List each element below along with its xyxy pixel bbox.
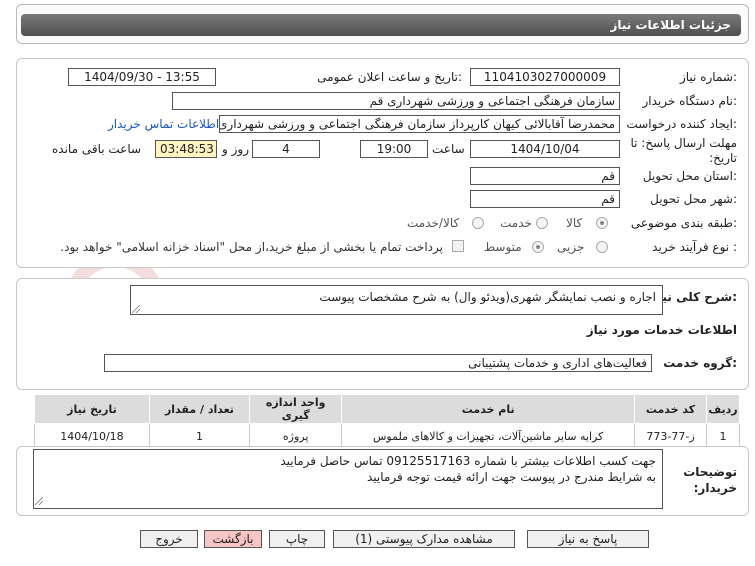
announce-datetime-field[interactable]: 1404/09/30 - 13:55 — [68, 68, 216, 86]
purchase-type-label: نوع فرآیند خرید : — [652, 240, 737, 254]
services-heading: اطلاعات خدمات مورد نیاز — [586, 323, 737, 337]
col-unit: واحد اندازه گیری — [248, 394, 343, 424]
page-title: جزئیات اطلاعات نیاز — [21, 14, 741, 36]
category-goods-radio[interactable] — [596, 217, 608, 229]
category-goods-label: کالا — [566, 216, 583, 230]
category-service-radio[interactable] — [536, 217, 548, 229]
cell-quantity: 1 — [148, 423, 250, 449]
days-remaining-field[interactable]: 4 — [252, 140, 320, 158]
deadline-time-label: ساعت — [432, 142, 465, 156]
table-header-row: ردیف کد خدمت نام خدمت واحد اندازه گیری ت… — [34, 394, 740, 424]
category-label: طبقه بندی موضوعی: — [630, 216, 737, 230]
province-field[interactable]: قم — [470, 167, 620, 185]
remaining-time-field: 03:48:53 — [155, 140, 217, 158]
purchase-medium-radio[interactable] — [532, 241, 544, 253]
buyer-notes-line-1: جهت کسب اطلاعات بیشتر با شماره 091255171… — [280, 454, 656, 468]
treasury-payment-checkbox[interactable] — [452, 240, 464, 252]
summary-resize-grip[interactable] — [132, 305, 140, 313]
cell-need-date: 1404/10/18 — [34, 423, 150, 449]
need-number-field[interactable]: 1104103027000009 — [470, 68, 620, 86]
creator-label: ایجاد کننده درخواست: — [626, 117, 737, 131]
deadline-time-field[interactable]: 19:00 — [360, 140, 428, 158]
announce-datetime-label: تاریخ و ساعت اعلان عمومی: — [317, 70, 462, 84]
col-row-number: ردیف — [706, 394, 740, 424]
col-quantity: تعداد / مقدار — [148, 394, 250, 424]
cell-row-number: 1 — [706, 423, 740, 449]
cell-service-code: ز-77-773 — [633, 423, 708, 449]
back-button[interactable]: بازگشت — [204, 530, 262, 548]
buyer-org-field[interactable]: سازمان فرهنگی اجتماعی و ورزشی شهرداری قم — [172, 92, 620, 110]
category-goods-service-radio[interactable] — [472, 217, 484, 229]
col-service-name: نام خدمت — [341, 394, 635, 424]
purchase-minor-radio[interactable] — [596, 241, 608, 253]
buyer-notes-textarea[interactable]: جهت کسب اطلاعات بیشتر با شماره 091255171… — [33, 449, 663, 509]
summary-label: شرح کلی نیاز: — [651, 290, 737, 304]
buyer-notes-label: توضیحات خریدار: — [683, 465, 737, 495]
service-group-field[interactable]: فعالیت‌های اداری و خدمات پشتیبانی — [104, 354, 652, 372]
creator-field[interactable]: محمدرضا آقابالائی کیهان کارپرداز سازمان … — [219, 115, 620, 133]
header-panel: جزئیات اطلاعات نیاز — [16, 4, 749, 44]
deadline-date-field[interactable]: 1404/10/04 — [470, 140, 620, 158]
buyer-org-label: نام دستگاه خریدار: — [642, 94, 738, 108]
view-attachments-button[interactable]: مشاهده مدارک پیوستی (1) — [333, 530, 515, 548]
cell-unit: پروژه — [248, 423, 343, 449]
treasury-payment-note: پرداخت تمام یا بخشی از مبلغ خرید،از محل … — [60, 240, 443, 254]
print-button[interactable]: چاپ — [269, 530, 325, 548]
deadline-label: مهلت ارسال پاسخ: تا تاریخ: — [630, 136, 737, 165]
cell-service-name: کرایه سایر ماشین‌آلات، تجهیزات و کالاهای… — [341, 423, 635, 449]
city-label: شهر محل تحویل: — [650, 192, 737, 206]
days-label: روز و — [222, 142, 249, 156]
city-field[interactable]: قم — [470, 190, 620, 208]
summary-textarea[interactable]: اجاره و نصب نمایشگر شهری(ویدئو وال) به ش… — [130, 285, 663, 315]
buyer-contact-link[interactable]: اطلاعات تماس خریدار — [108, 117, 219, 131]
reply-button[interactable]: پاسخ به نیاز — [527, 530, 649, 548]
service-group-label: گروه خدمت: — [663, 356, 737, 370]
buyer-notes-resize-grip[interactable] — [35, 497, 43, 505]
category-service-label: خدمت — [500, 216, 532, 230]
purchase-medium-label: متوسط — [484, 240, 522, 254]
services-table: ردیف کد خدمت نام خدمت واحد اندازه گیری ت… — [34, 394, 740, 449]
need-number-label: شماره نیاز: — [679, 70, 737, 84]
category-goods-service-label: کالا/خدمت — [407, 216, 460, 230]
remaining-time-label: ساعت باقی مانده — [52, 142, 142, 156]
buyer-notes-line-2: به شرایط مندرج در پیوست جهت ارائه قیمت ت… — [366, 470, 656, 484]
purchase-minor-label: جزیی — [557, 240, 585, 254]
province-label: استان محل تحویل: — [642, 169, 737, 183]
col-service-code: کد خدمت — [633, 394, 708, 424]
col-need-date: تاریخ نیاز — [34, 394, 150, 424]
exit-button[interactable]: خروج — [140, 530, 198, 548]
table-row: 1 ز-77-773 کرایه سایر ماشین‌آلات، تجهیزا… — [34, 423, 740, 449]
